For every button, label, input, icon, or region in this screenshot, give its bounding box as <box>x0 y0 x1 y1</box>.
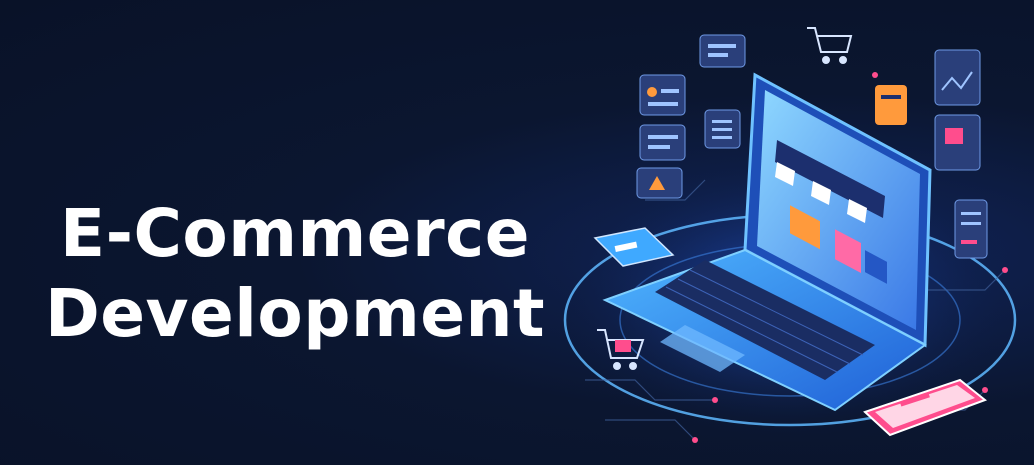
headline: E-Commerce Development <box>30 194 560 354</box>
chat-card-icon <box>699 34 746 68</box>
ecommerce-banner: E-Commerce Development <box>0 0 1034 465</box>
headline-line-1: E-Commerce <box>60 195 530 273</box>
chart-card-icon <box>934 49 981 106</box>
shopping-cart-icon <box>807 27 853 64</box>
list-card-icon <box>704 109 741 149</box>
warning-card-icon <box>636 167 683 199</box>
promo-card-icon <box>875 85 907 125</box>
list-card-icon <box>954 199 988 259</box>
ecommerce-illustration <box>545 27 1025 450</box>
headline-line-2: Development <box>44 275 546 353</box>
chat-card-icon <box>639 124 686 161</box>
chat-card-icon <box>639 74 686 116</box>
image-card-icon <box>934 114 981 171</box>
